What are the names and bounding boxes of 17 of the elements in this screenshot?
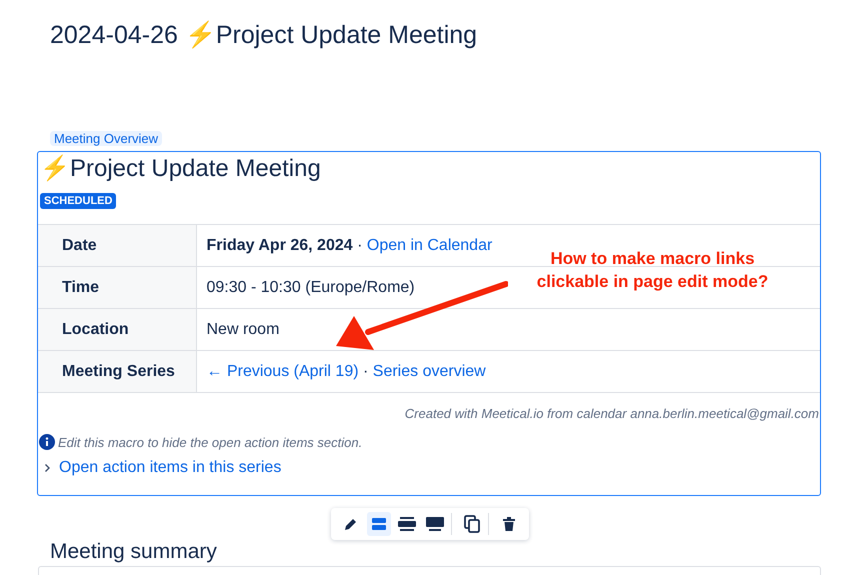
table-cell-text: New room bbox=[206, 320, 280, 338]
table-cell-text: Friday Apr 26, 2024 · Open in Calendar bbox=[206, 236, 492, 254]
table-header-cell: Time bbox=[38, 266, 196, 308]
table-cell-text: ← Previous (April 19) · Series overview bbox=[206, 362, 486, 380]
expand-link[interactable]: Open action items in this series bbox=[59, 456, 282, 480]
meeting-heading: ⚡Project Update Meeting bbox=[39, 154, 322, 184]
footer-note: Created with Meetical.io from calendar anna.berlin.meetical@gmail.com bbox=[404, 405, 819, 423]
table-header-cell: Meeting Series bbox=[38, 350, 196, 392]
table-header-cell: Date bbox=[38, 224, 196, 266]
page-title: 2024-04-26 ⚡Project Update Meeting bbox=[50, 20, 478, 51]
macro-label: Meeting Overview bbox=[50, 131, 162, 146]
info-note: Edit this macro to hide the open action items section. bbox=[58, 434, 362, 452]
table-header-cell: Location bbox=[38, 308, 196, 350]
section-heading: Meeting summary bbox=[50, 540, 218, 564]
annotation-text: How to make macro links clickable in page edit mode? bbox=[536, 248, 770, 293]
status-lozenge: SCHEDULED bbox=[40, 193, 116, 209]
table-cell-text: 09:30 - 10:30 (Europe/Rome) bbox=[206, 278, 415, 296]
